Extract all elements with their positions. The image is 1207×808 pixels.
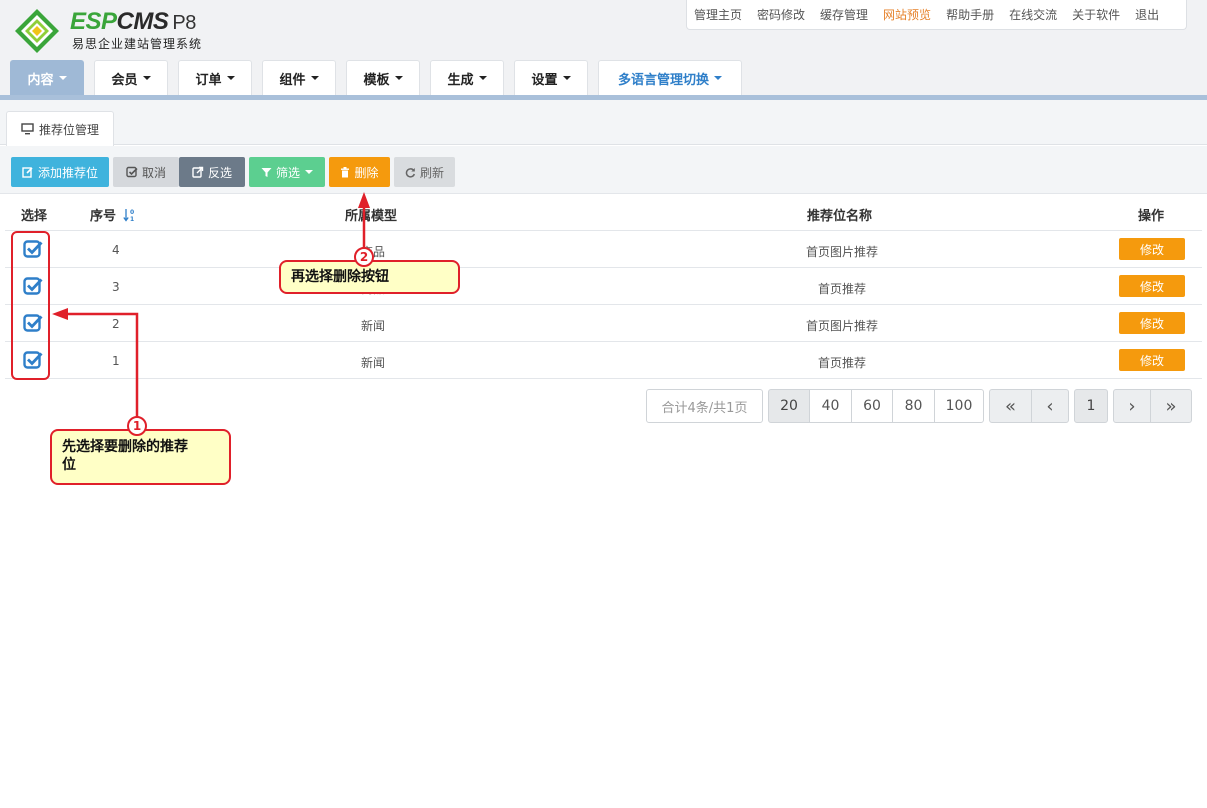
annotation-step1-line2: 位 — [62, 457, 76, 473]
arrow-head-icon — [52, 308, 68, 320]
annotation-step2-badge: 2 — [354, 247, 374, 267]
annotation-step1-badge: 1 — [127, 416, 147, 436]
annotation-arrow-1 — [66, 312, 139, 418]
annotation-step1-callout: 先选择要删除的推荐 位 — [50, 429, 231, 485]
annotation-step1-line1: 先选择要删除的推荐 — [62, 439, 188, 455]
annotation-arrows — [52, 192, 370, 418]
arrow-head-icon — [358, 192, 370, 208]
